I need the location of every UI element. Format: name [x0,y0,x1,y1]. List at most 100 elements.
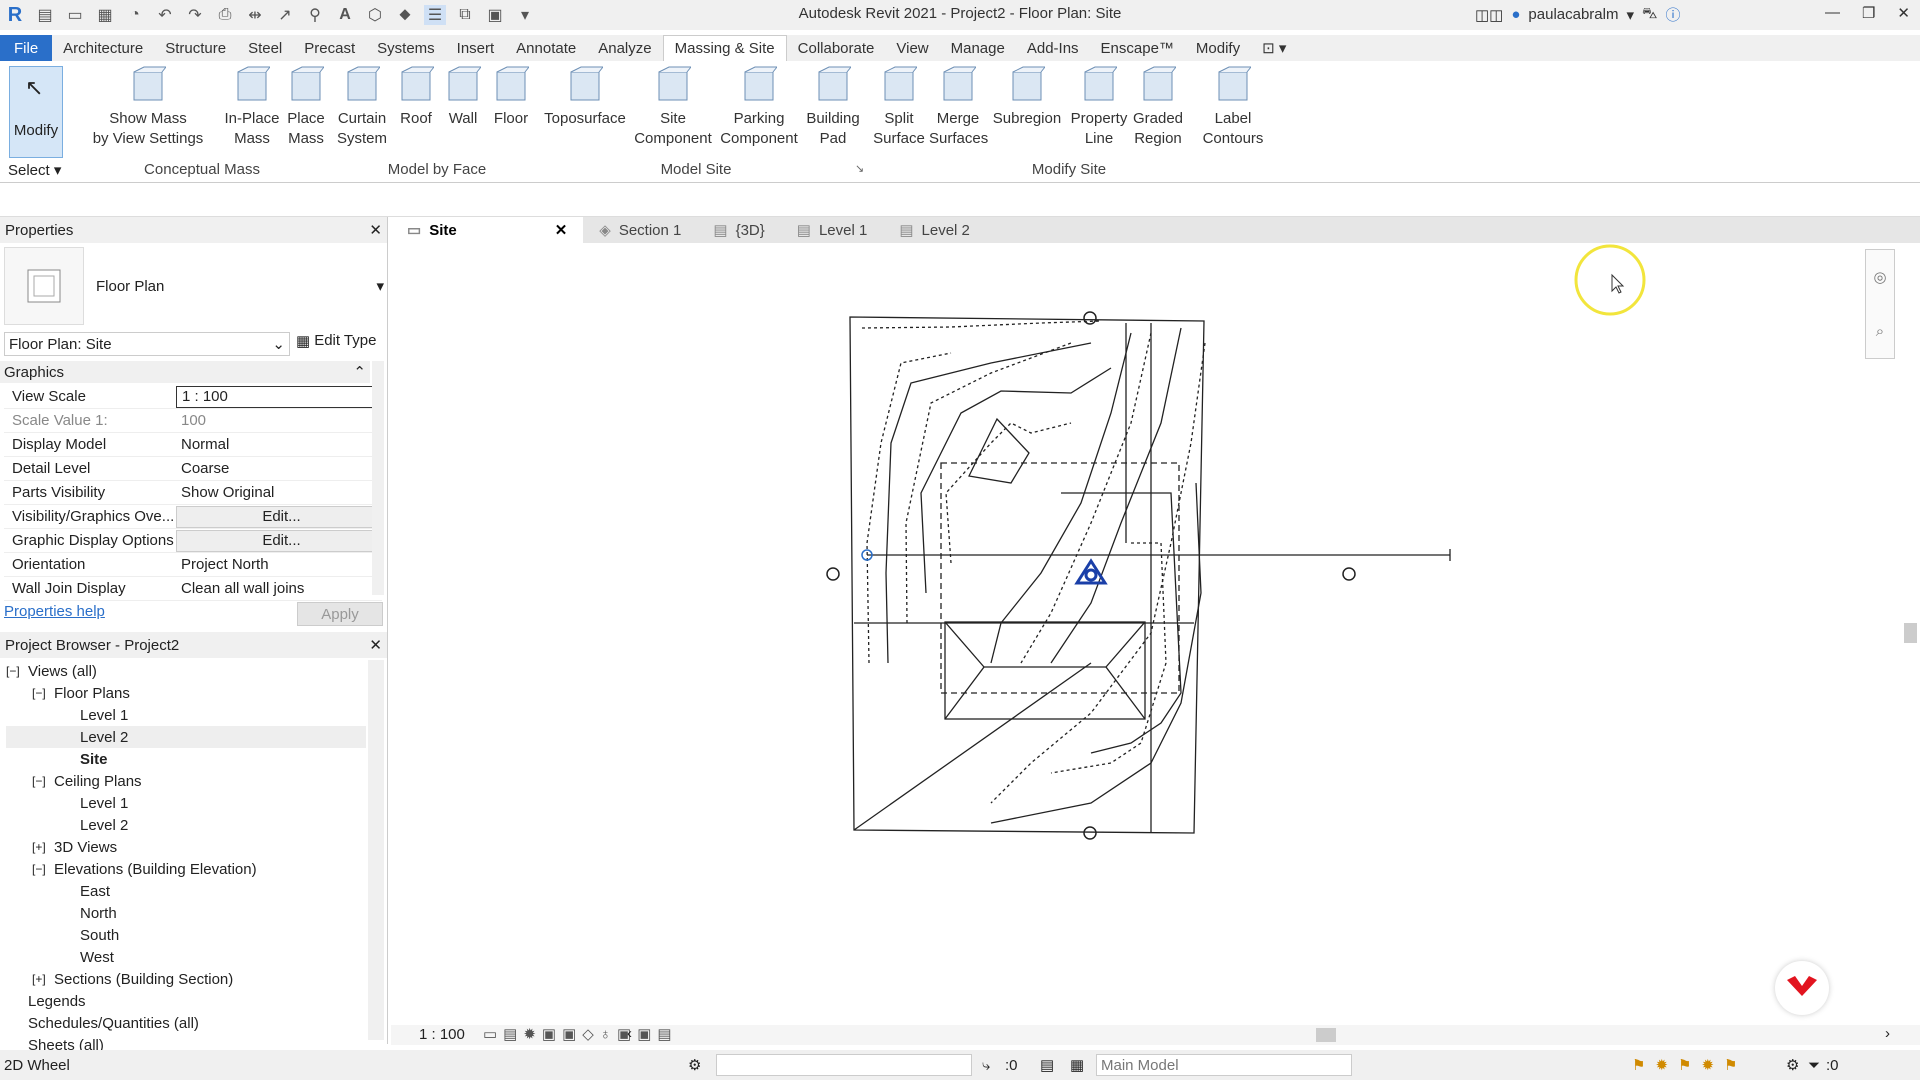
expand-icon[interactable]: [+] [32,840,48,854]
toposurface-button[interactable]: Toposurface [540,65,630,129]
in-place-mass-button[interactable]: In-Place Mass [224,65,280,149]
drawing-canvas[interactable]: ◎ ⌕ [391,243,1901,1025]
tree-item[interactable]: Site [6,748,366,770]
property-line-button[interactable]: Property Line [1069,65,1129,149]
open-icon[interactable]: ▤ [34,5,56,25]
cart-icon[interactable]: ⛍ [1642,5,1657,24]
tab-add-ins[interactable]: Add-Ins [1016,35,1090,61]
switch-windows-icon[interactable]: ▣ [484,5,506,25]
view-tab-level-1[interactable]: ▤ Level 1 [781,217,884,243]
tree-button[interactable]: Site Component [630,65,716,149]
elevation-marker-west[interactable] [826,567,840,581]
select-dropdown[interactable]: Select ▾ [8,161,61,179]
property-value[interactable]: Clean all wall joins [176,578,382,600]
property-value[interactable]: Project North [176,554,382,576]
modify-button[interactable]: ↖ Modify [9,66,63,158]
canvas-vertical-scrollbar[interactable] [1901,243,1920,1025]
view-scale-control[interactable]: 1 : 100 [419,1026,465,1043]
tree-item[interactable]: [−] Ceiling Plans [6,770,366,792]
tree-item[interactable]: Schedules/Quantities (all) [6,1012,366,1034]
instance-selector[interactable]: Floor Plan: Site ⌄ [4,332,290,356]
elevation-marker-north[interactable] [1083,311,1097,325]
tree-item[interactable]: [+] 3D Views [6,836,366,858]
panel-options-icon[interactable]: ⊡ ▾ [1251,35,1297,61]
label-contours-button[interactable]: Label Contours [1199,65,1267,149]
tree-item[interactable]: Level 2 [6,814,366,836]
close-icon[interactable]: ✕ [1897,4,1910,22]
user-name[interactable]: paulacabralm [1528,6,1618,23]
close-icon[interactable]: ✕ [555,221,568,239]
wall-button[interactable]: Wall [442,65,484,129]
collapse-icon[interactable]: ⌃ [353,363,366,381]
tree-item[interactable]: [−] Floor Plans [6,682,366,704]
view-control-icons[interactable]: ▭▤✹▣▣◇♁▣▣▤ [483,1025,678,1043]
chevron-down-icon[interactable]: ▾ [1626,6,1634,24]
browser-scrollbar[interactable] [368,660,384,1040]
tab-systems[interactable]: Systems [366,35,446,61]
property-value[interactable]: Normal [176,434,382,456]
chevron-down-icon[interactable]: ▾ [376,277,384,295]
filter-icon[interactable]: ⏷ [1808,1057,1820,1074]
restore-icon[interactable]: ❐ [1862,4,1875,22]
tree-item[interactable]: North [6,902,366,924]
canvas-horizontal-scrollbar[interactable] [1316,1028,1336,1042]
tab-analyze[interactable]: Analyze [587,35,662,61]
view-tab-section-1[interactable]: ◈ Section 1 [583,217,697,243]
close-icon[interactable]: ✕ [369,636,382,654]
design-options-icon[interactable]: ▤ [1040,1056,1054,1074]
tab-precast[interactable]: Precast [293,35,366,61]
selection-filter-icons[interactable]: ⚑✹⚑✹⚑ [1632,1056,1747,1074]
elevation-marker-east[interactable] [1342,567,1356,581]
model-icon[interactable]: ▦ [1070,1056,1084,1074]
tree-item[interactable]: South [6,924,366,946]
tab-modify[interactable]: Modify [1185,35,1251,61]
view-tab-level-2[interactable]: ▤ Level 2 [883,217,986,243]
tree-item[interactable]: [+] Sections (Building Section) [6,968,366,990]
subregion-button[interactable]: Subregion [992,65,1062,129]
steering-wheel-icon[interactable]: ◎ [1873,268,1886,286]
collapse-icon[interactable]: [−] [32,686,48,700]
redo-icon[interactable]: ↷ [184,5,206,25]
dialog-launcher-icon[interactable]: ↘ [855,162,864,175]
type-selector[interactable]: Floor Plan ▾ [4,247,384,325]
dimension-icon[interactable]: ↗ [274,5,296,25]
scroll-left-icon[interactable]: ‹ [627,1025,632,1042]
model-select[interactable]: Main Model [1096,1054,1352,1076]
tree-item[interactable]: Level 2 [6,726,366,748]
tab-architecture[interactable]: Architecture [52,35,154,61]
3d-view-icon[interactable]: ⬡ [364,5,386,25]
help-icon[interactable]: ⓘ [1665,4,1680,25]
merge-surfaces-button[interactable]: Merge Surfaces [929,65,988,149]
thin-lines-icon[interactable]: ☰ [424,5,446,25]
folder-icon[interactable]: ▭ [64,5,86,25]
elevation-marker-south[interactable] [1083,826,1097,840]
tree-item[interactable]: East [6,880,366,902]
tab-manage[interactable]: Manage [940,35,1016,61]
survey-point-icon[interactable] [1074,558,1108,585]
expand-icon[interactable]: [+] [32,972,48,986]
properties-help-link[interactable]: Properties help [4,603,105,620]
edit-button[interactable]: Edit... [176,505,382,528]
edit-button[interactable]: Edit... [176,529,382,552]
sync-icon[interactable]: ◔ [124,5,146,25]
property-value[interactable]: 1 : 100 [176,385,382,408]
apply-button[interactable]: Apply [297,602,383,626]
tab-steel[interactable]: Steel [237,35,293,61]
background-process-icon[interactable]: ⚙ [1786,1056,1799,1074]
customize-dropdown-icon[interactable]: ▾ [514,5,536,25]
property-value[interactable]: Coarse [176,458,382,480]
view-tab-site[interactable]: ▭ Site ✕ [391,217,584,243]
tree-item[interactable]: Legends [6,990,366,1012]
building-pad-button[interactable]: Building Pad [801,65,865,149]
scroll-right-icon[interactable]: › [1885,1025,1890,1042]
section-icon[interactable]: ⬥ [394,5,416,25]
graphics-section-header[interactable]: Graphics ⌃ [0,361,370,383]
floor-button[interactable]: Floor [488,65,534,129]
worksets-icon[interactable]: ⚙ [688,1056,701,1074]
minimize-icon[interactable]: — [1825,4,1840,22]
tab-structure[interactable]: Structure [154,35,237,61]
tree-item[interactable]: [−] Elevations (Building Elevation) [6,858,366,880]
binoculars-icon[interactable]: ◫◫ [1475,6,1503,24]
text-icon[interactable]: A [334,5,356,25]
print-icon[interactable]: ⎙ [214,5,236,25]
